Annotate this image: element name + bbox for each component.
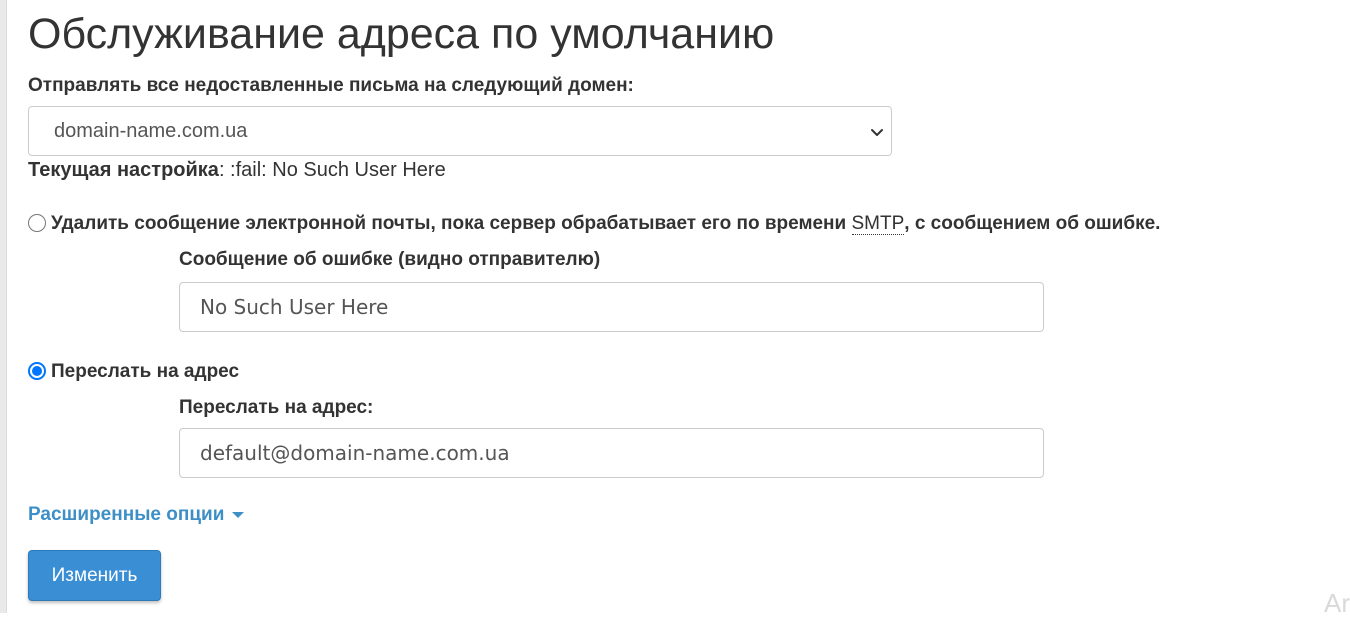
current-setting: Текущая настройка: :fail: No Such User H… [28,159,446,182]
advanced-options-link[interactable]: Расширенные опции [28,504,244,526]
radio-forward-option[interactable] [28,362,46,380]
chevron-down-icon [869,124,885,140]
forward-address-input[interactable] [179,428,1044,478]
forward-address-label: Переслать на адрес: [179,397,373,419]
page-title: Обслуживание адреса по умолчанию [28,10,774,59]
caret-down-icon [232,512,244,518]
domain-select[interactable]: domain-name.com.ua [28,106,892,156]
smtp-abbr: SMTP [852,213,905,235]
change-button[interactable]: Изменить [28,550,161,601]
current-setting-label: Текущая настройка [28,159,219,181]
corner-text-fragment: Ar [1324,588,1350,619]
radio-fail-label-text: Удалить сообщение электронной почты, пок… [51,213,852,234]
radio-fail-label-suffix: , с сообщением об ошибке. [904,213,1160,234]
error-message-label: Сообщение об ошибке (видно отправителю) [179,249,600,271]
radio-fail-option[interactable] [28,214,46,232]
domain-select-value: domain-name.com.ua [54,120,247,143]
advanced-options-label: Расширенные опции [28,504,224,525]
current-setting-value: :fail: No Such User Here [225,159,446,181]
radio-forward-label[interactable]: Переслать на адрес [51,361,239,383]
left-rail [0,0,7,613]
domain-select-label: Отправлять все недоставленные письма на … [28,75,634,97]
error-message-input[interactable] [179,282,1044,332]
radio-fail-label[interactable]: Удалить сообщение электронной почты, пок… [51,213,1160,235]
